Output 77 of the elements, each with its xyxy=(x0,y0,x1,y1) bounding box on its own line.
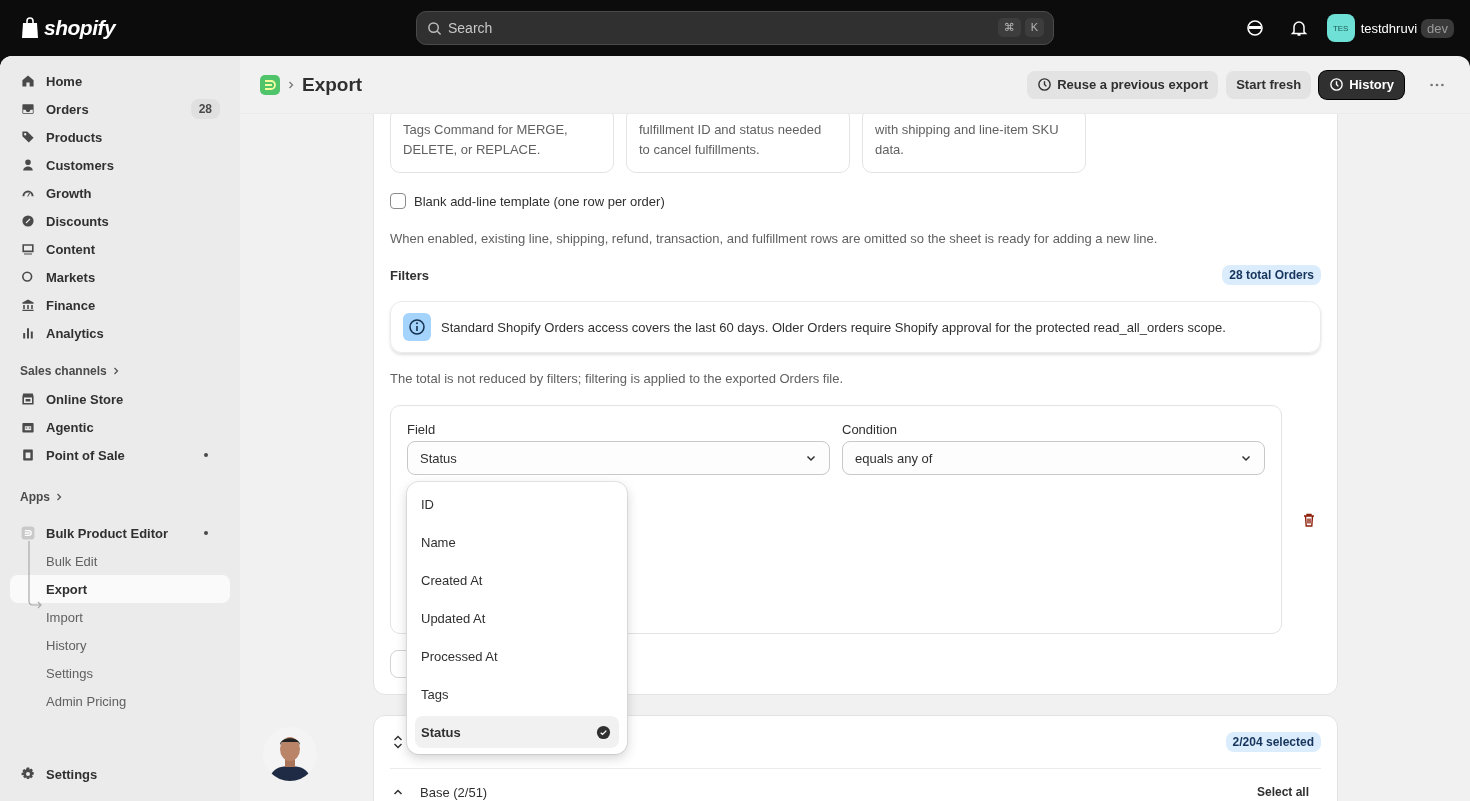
condition-select[interactable]: equals any of xyxy=(842,441,1265,475)
count-badge: 28 xyxy=(190,99,220,119)
checkbox[interactable] xyxy=(390,193,406,209)
page-title: Export xyxy=(302,73,363,96)
app-logo-icon xyxy=(20,525,36,541)
bell-icon[interactable] xyxy=(1288,18,1309,38)
header-button[interactable]: History xyxy=(1319,70,1404,99)
menu-option[interactable]: Updated At xyxy=(415,602,619,634)
sub-nav-item[interactable]: Admin Pricing xyxy=(10,687,230,715)
shopping-bag-logo-icon xyxy=(20,17,40,39)
menu-option[interactable]: Status xyxy=(415,716,619,748)
template-option[interactable]: Tags Command for MERGE, DELETE, or REPLACE. xyxy=(390,114,614,173)
help-text: When enabled, existing line, shipping, refund, transaction, and fulfillment rows are omitted so the sheet is ready for adding a new line. xyxy=(390,230,1159,248)
count-badge: 28 total Orders xyxy=(1222,265,1321,285)
section-heading[interactable]: Apps xyxy=(10,483,230,511)
menu-option[interactable]: Created At xyxy=(415,564,619,596)
user-avatar[interactable]: TES xyxy=(1326,14,1355,42)
section-title: Filters xyxy=(390,267,429,283)
header-button[interactable]: Reuse a previous export xyxy=(1027,70,1219,99)
nav-item[interactable]: Bulk Product Editor xyxy=(10,519,230,547)
chevron-right-icon xyxy=(286,79,296,90)
sub-nav-item[interactable]: Export xyxy=(10,575,230,603)
logo-wordmark[interactable]: shopify xyxy=(44,16,116,40)
nav-item[interactable]: Content xyxy=(10,235,230,263)
nav-item[interactable]: Home xyxy=(10,67,230,95)
nav-item[interactable]: Online Store xyxy=(10,385,230,413)
expand-collapse-icon[interactable] xyxy=(392,734,404,750)
more-icon[interactable] xyxy=(1428,81,1446,88)
field-select[interactable]: Status xyxy=(407,441,830,475)
menu-option[interactable]: Processed At xyxy=(415,640,619,672)
template-option[interactable]: fulfillment ID and status needed to cancel fulfillments. xyxy=(626,114,850,173)
section-heading[interactable]: Sales channels xyxy=(10,357,230,385)
group-label: Base (2/51) xyxy=(420,784,488,800)
nav-item[interactable]: Markets xyxy=(10,263,230,291)
template-option[interactable]: with shipping and line-item SKU data. xyxy=(862,114,1086,173)
nav-item[interactable]: Finance xyxy=(10,291,230,319)
app-logo-icon xyxy=(260,74,280,95)
sub-nav-item[interactable]: Settings xyxy=(10,659,230,687)
select-all-link[interactable]: Select all xyxy=(1256,785,1321,799)
menu-option[interactable]: Name xyxy=(415,526,619,558)
home-icon xyxy=(20,73,36,89)
sub-nav-item[interactable]: Import xyxy=(10,603,230,631)
nav-item[interactable]: Discounts xyxy=(10,207,230,235)
bar-chart-icon xyxy=(20,325,36,341)
gear-icon xyxy=(20,766,36,782)
menu-option[interactable]: ID xyxy=(415,488,619,520)
search-icon xyxy=(427,21,442,36)
field-label: Field xyxy=(407,422,437,437)
info-text: Standard Shopify Orders access covers the last 60 days. Older Orders require Shopify approval for the protected read_all_orders scope. xyxy=(441,319,1226,335)
nav-item[interactable]: Customers xyxy=(10,151,230,179)
help-text: The total is not reduced by filters; filtering is applied to the exported Orders file. xyxy=(390,370,845,388)
user-name[interactable]: testdhruvi xyxy=(1360,20,1418,36)
nav-item[interactable]: Growth xyxy=(10,179,230,207)
selection-badge: 2/204 selected xyxy=(1225,732,1321,752)
menu-option[interactable]: Tags xyxy=(415,678,619,710)
nav-item[interactable]: Orders 28 xyxy=(10,95,230,123)
info-icon xyxy=(403,313,431,341)
check-circle-icon xyxy=(596,724,611,740)
tag-icon xyxy=(20,129,36,145)
nav-item[interactable]: Settings xyxy=(10,760,230,788)
nav-item[interactable]: Analytics xyxy=(10,319,230,347)
store-icon xyxy=(20,391,36,407)
inbox-icon xyxy=(20,101,36,117)
field-label: Condition xyxy=(842,422,898,437)
sub-nav-item[interactable]: History xyxy=(10,631,230,659)
bank-icon xyxy=(20,297,36,313)
trash-icon[interactable] xyxy=(1301,511,1317,528)
store-badge: dev xyxy=(1421,18,1454,38)
nav-item[interactable]: Point of Sale xyxy=(10,441,230,469)
checkbox-label: Blank add-line template (one row per order) xyxy=(414,193,665,209)
sub-nav-item[interactable]: Bulk Edit xyxy=(10,547,230,575)
chevron-right-icon xyxy=(54,492,64,502)
nav-item[interactable]: Agentic xyxy=(10,413,230,441)
nav-item[interactable]: Products xyxy=(10,123,230,151)
person-icon xyxy=(20,157,36,173)
header-button[interactable]: Start fresh xyxy=(1226,70,1312,99)
bag-icon xyxy=(20,447,36,463)
